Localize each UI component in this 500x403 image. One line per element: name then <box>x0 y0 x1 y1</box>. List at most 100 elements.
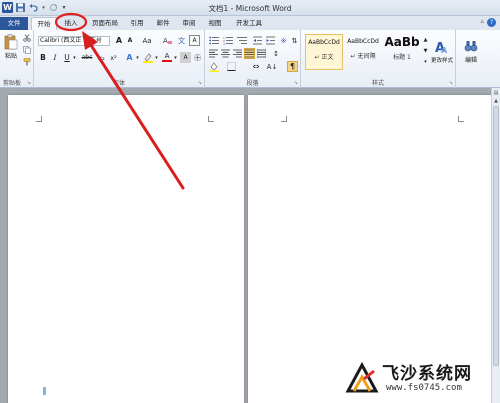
minimize-ribbon-icon[interactable]: ▵ <box>480 17 484 25</box>
tab-mailings[interactable]: 邮件 <box>152 17 174 30</box>
clear-formatting-icon[interactable]: A <box>162 35 174 46</box>
styles-scroll-up-icon[interactable]: ▲ <box>422 35 429 45</box>
shading-icon[interactable] <box>208 61 220 72</box>
style-heading-1-preview: AaBb <box>384 35 420 49</box>
style-heading-1[interactable]: AaBb 标题 1 <box>383 34 421 70</box>
phonetic-guide-icon[interactable]: 文 <box>176 35 187 46</box>
borders-icon[interactable] <box>225 61 237 72</box>
tab-developer[interactable]: 开发工具 <box>232 17 266 30</box>
editing-label: 编辑 <box>464 56 477 64</box>
chinese-layout-icon[interactable]: ※ <box>278 35 289 46</box>
highlight-icon[interactable] <box>142 52 154 63</box>
multilevel-list-icon[interactable] <box>236 35 248 46</box>
bullets-icon[interactable] <box>208 35 220 46</box>
tab-insert[interactable]: 插入 <box>58 17 84 30</box>
font-launcher-icon[interactable]: ↘ <box>198 80 202 86</box>
page-1[interactable] <box>8 95 244 403</box>
styles-group: AaBbCcDd ↵ 正文 AaBbCcDd ↵ 无间隔 AaBb 标题 1 ▲… <box>301 30 456 88</box>
paste-icon <box>4 34 18 50</box>
clipboard-launcher-icon[interactable]: ↘ <box>27 80 31 86</box>
bold-button[interactable]: B <box>38 52 48 63</box>
change-case-button[interactable]: Aa <box>140 35 154 46</box>
distributed-icon[interactable] <box>256 48 267 59</box>
ruler-toggle-icon[interactable]: ▤ <box>492 90 500 98</box>
grow-font-button[interactable]: A <box>114 35 124 46</box>
subscript-button[interactable]: x₂ <box>96 52 107 63</box>
align-center-icon[interactable] <box>220 48 231 59</box>
styles-launcher-icon[interactable]: ↘ <box>449 80 453 86</box>
watermark: 飞沙系统网 www.fs0745.com <box>340 355 500 403</box>
tab-home[interactable]: 开始 <box>31 17 57 30</box>
svg-text:A: A <box>441 46 448 54</box>
tab-references[interactable]: 引用 <box>126 17 148 30</box>
text-effects-dropdown-icon[interactable]: ▾ <box>135 52 140 63</box>
paragraph-group-label: 段落 <box>246 80 259 87</box>
style-heading-1-name: 标题 1 <box>393 54 411 61</box>
font-group-label: 字体 <box>112 80 125 87</box>
editing-group: 编辑 <box>456 30 486 88</box>
decrease-indent-icon[interactable] <box>252 35 263 46</box>
title-bar: W ▾ ▾ 文档1 - Microsoft Word <box>0 0 500 16</box>
styles-scroll-down-icon[interactable]: ▼ <box>422 46 429 56</box>
ribbon-home: 粘贴 剪贴板 ↘ Calibri (西文正 五号 A A Aa A 文 A B … <box>0 30 500 88</box>
ribbon-tab-row: 文件 开始 插入 页面布局 引用 邮件 审阅 视图 开发工具 ▵ ? <box>0 16 500 30</box>
watermark-url: www.fs0745.com <box>386 383 462 393</box>
increase-indent-icon[interactable] <box>265 35 276 46</box>
align-left-icon[interactable] <box>208 48 219 59</box>
paragraph-sort-icon[interactable]: A↓ <box>267 61 278 72</box>
font-size-combo[interactable]: 五号 <box>88 36 110 46</box>
tab-review[interactable]: 审阅 <box>178 17 200 30</box>
font-name-combo[interactable]: Calibri (西文正 <box>38 36 86 46</box>
clipboard-group: 粘贴 剪贴板 ↘ <box>0 30 34 88</box>
help-icon[interactable]: ? <box>487 18 496 27</box>
scroll-thumb[interactable] <box>493 106 499 366</box>
highlight-dropdown-icon[interactable]: ▾ <box>154 52 159 63</box>
cut-icon[interactable] <box>22 33 32 43</box>
line-spacing-icon[interactable]: ↕ <box>270 48 282 59</box>
strikethrough-button[interactable]: abc <box>80 52 94 63</box>
text-effects-button[interactable]: A <box>124 52 135 63</box>
font-group: Calibri (西文正 五号 A A Aa A 文 A B I U ▾ abc… <box>34 30 205 88</box>
align-right-icon[interactable] <box>232 48 243 59</box>
italic-button[interactable]: I <box>50 52 60 63</box>
format-painter-icon[interactable] <box>22 57 32 67</box>
paste-button[interactable]: 粘贴 <box>2 32 20 62</box>
window-title: 文档1 - Microsoft Word <box>208 4 292 13</box>
paste-label: 粘贴 <box>4 53 17 60</box>
watermark-name: 飞沙系统网 <box>382 364 472 384</box>
show-marks-icon[interactable]: ¶ <box>287 61 298 72</box>
enclose-characters-icon[interactable]: ㊉ <box>192 52 203 63</box>
paragraph-launcher-icon[interactable]: ↘ <box>294 80 298 86</box>
superscript-button[interactable]: x² <box>108 52 119 63</box>
margin-corner-mark <box>458 116 464 122</box>
styles-group-label: 样式 <box>371 80 384 87</box>
shrink-font-button[interactable]: A <box>125 35 135 46</box>
numbering-icon[interactable]: 123 <box>222 35 234 46</box>
underline-button[interactable]: U <box>62 52 72 63</box>
scroll-up-icon[interactable]: ▲ <box>492 98 500 106</box>
font-color-button[interactable]: A <box>161 52 173 63</box>
change-styles-button[interactable]: AA 更改样式 <box>430 33 454 71</box>
sort-icon[interactable]: ⇅ <box>290 35 299 46</box>
change-styles-label: 更改样式 <box>430 58 453 64</box>
tab-page-layout[interactable]: 页面布局 <box>88 17 122 30</box>
style-no-spacing[interactable]: AaBbCcDd ↵ 无间隔 <box>344 34 382 70</box>
tab-file[interactable]: 文件 <box>0 17 28 30</box>
tab-view[interactable]: 视图 <box>204 17 226 30</box>
underline-dropdown-icon[interactable]: ▾ <box>72 52 77 63</box>
character-border-button[interactable]: A <box>189 35 200 46</box>
style-normal-preview: AaBbCcDd <box>308 39 340 46</box>
svg-text:3: 3 <box>223 42 225 45</box>
text-cursor <box>43 387 46 395</box>
justify-icon[interactable] <box>244 48 255 59</box>
copy-icon[interactable] <box>22 45 32 55</box>
character-shading-icon[interactable]: A <box>180 52 191 63</box>
style-normal[interactable]: AaBbCcDd ↵ 正文 <box>305 34 343 70</box>
editing-button[interactable]: 编辑 <box>462 34 480 68</box>
asian-typography-icon[interactable]: ⇔ <box>250 61 262 72</box>
svg-text:A: A <box>163 37 168 45</box>
font-color-letter: A <box>164 52 170 60</box>
font-color-dropdown-icon[interactable]: ▾ <box>173 52 178 63</box>
margin-corner-mark <box>281 116 287 122</box>
styles-more-icon[interactable]: ▾ <box>422 57 429 67</box>
